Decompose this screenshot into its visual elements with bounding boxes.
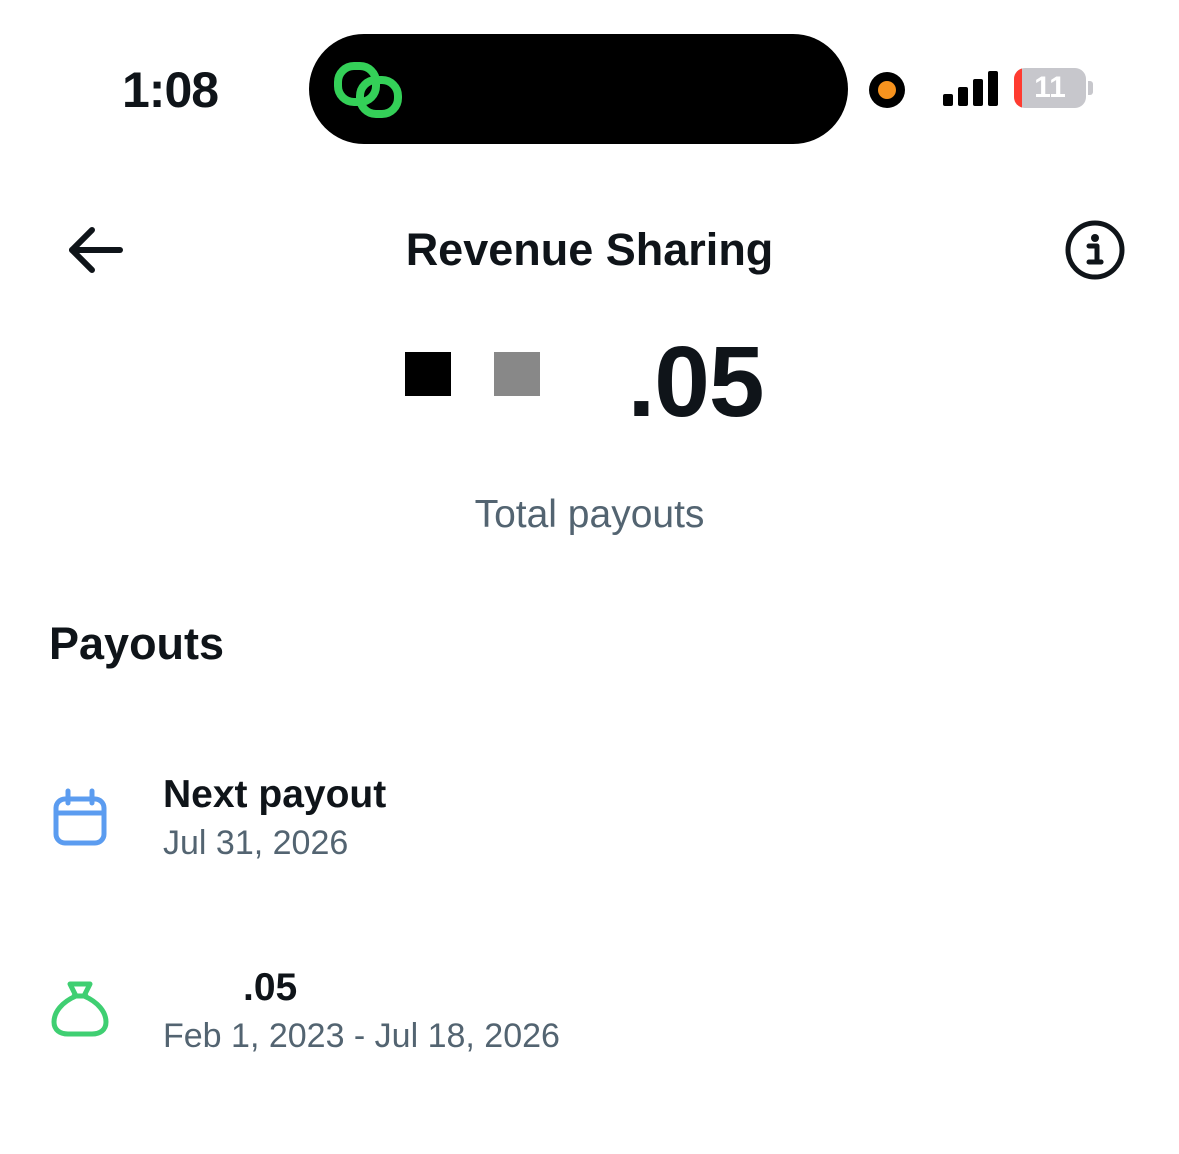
info-button[interactable] — [1060, 215, 1130, 285]
next-payout-date: Jul 31, 2026 — [163, 824, 349, 862]
payouts-heading: Payouts — [49, 618, 225, 669]
page-title: Revenue Sharing — [405, 224, 774, 275]
next-payout-row[interactable]: Next payout Jul 31, 2026 — [0, 765, 1179, 895]
calendar-icon — [53, 788, 107, 846]
info-circle-icon — [1065, 220, 1125, 280]
total-amount-visible: .05 — [627, 326, 764, 438]
earnings-amount: .05 — [243, 966, 298, 1009]
earnings-period-row[interactable]: .05 Feb 1, 2023 - Jul 18, 2026 — [0, 958, 1179, 1088]
recording-dot-icon — [869, 72, 905, 108]
earnings-date-range: Feb 1, 2023 - Jul 18, 2026 — [163, 1017, 560, 1055]
battery-icon: 11 — [1014, 68, 1086, 108]
battery-nub — [1088, 81, 1093, 95]
money-bag-icon — [51, 981, 109, 1037]
battery-level: 11 — [1034, 71, 1066, 104]
redaction-block-gray — [494, 352, 540, 396]
linked-rings-icon — [334, 62, 402, 118]
signal-bars-icon — [943, 71, 998, 106]
total-payouts-amount: .05 — [0, 322, 1179, 442]
redaction-block-black — [405, 352, 451, 396]
next-payout-title: Next payout — [163, 773, 387, 816]
total-payouts-label: Total payouts — [474, 493, 705, 536]
status-time: 1:08 — [122, 62, 219, 118]
